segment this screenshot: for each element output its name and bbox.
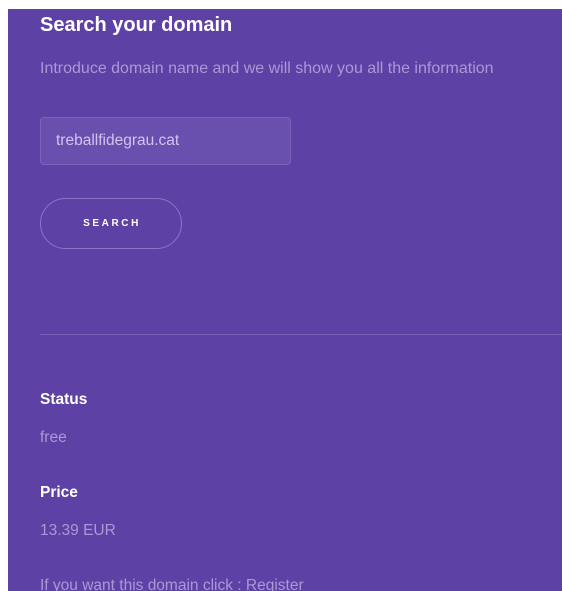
domain-search-input[interactable] [40,117,291,165]
register-prompt-text: If you want this domain click : [40,577,246,591]
status-value: free [40,429,67,446]
price-value: 13.39 EUR [40,522,116,539]
page-title: Search your domain [40,14,233,36]
section-divider [40,334,562,335]
search-button[interactable]: SEARCH [40,198,182,249]
page-subtitle: Introduce domain name and we will show y… [40,60,494,77]
price-label: Price [40,484,78,501]
domain-search-panel: Search your domain Introduce domain name… [8,9,562,591]
status-label: Status [40,391,88,408]
register-link[interactable]: Register [246,577,304,591]
register-prompt: If you want this domain click : Register [40,576,304,591]
